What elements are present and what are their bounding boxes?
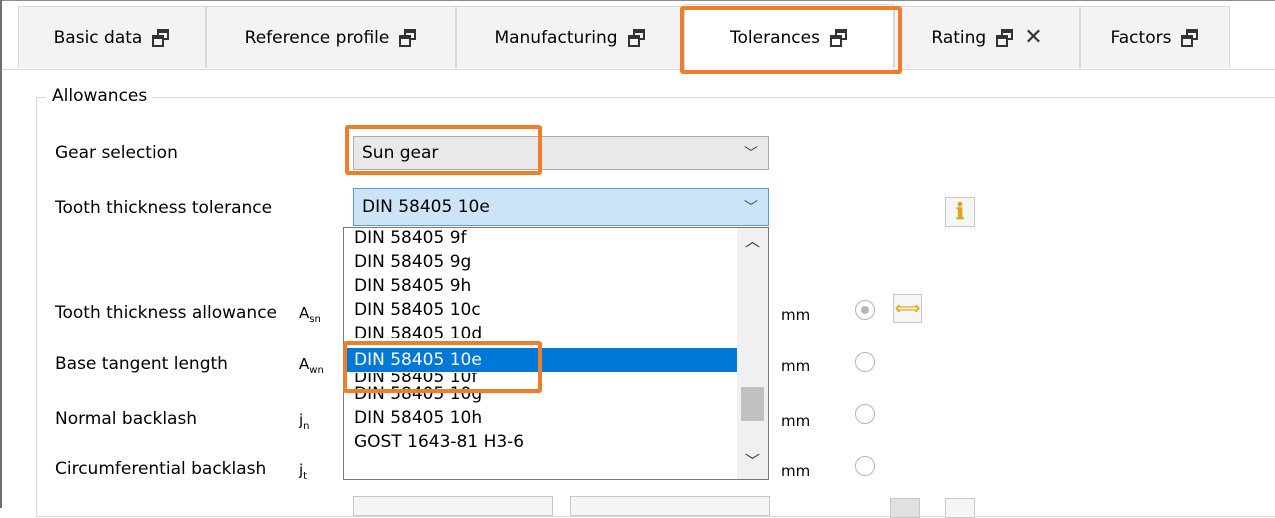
symbol: jn: [299, 411, 310, 432]
undock-window-icon[interactable]: [627, 28, 646, 47]
radio-tooth-thickness-allowance[interactable]: [855, 300, 875, 320]
window-left-border: [0, 0, 2, 508]
group-title: Allowances: [46, 86, 154, 106]
gear-selection-label: Gear selection: [55, 143, 178, 163]
tab-reference-profile[interactable]: Reference profile: [206, 6, 456, 68]
tab-tolerances[interactable]: Tolerances: [684, 4, 894, 70]
swap-icon: ⟺: [894, 298, 921, 319]
unit-label: mm: [781, 412, 811, 430]
symbol: Awn: [299, 355, 324, 376]
tab-label: Rating: [931, 27, 987, 48]
chevron-down-icon[interactable]: ﹀: [734, 197, 768, 217]
info-button[interactable]: i: [945, 197, 975, 227]
dropdown-option[interactable]: DIN 58405 10h: [354, 409, 482, 428]
dropdown-option[interactable]: GOST 1643-81 H3-6: [354, 433, 524, 452]
normal-backlash-label: Normal backlash: [55, 409, 198, 429]
symbol: Asn: [299, 304, 321, 325]
dropdown-option[interactable]: DIN 58405 9f: [354, 229, 467, 248]
circumferential-backlash-label: Circumferential backlash: [55, 459, 267, 479]
tab-label: Manufacturing: [494, 27, 618, 48]
undock-window-icon[interactable]: [996, 28, 1014, 47]
radio-circumferential-backlash[interactable]: [855, 456, 875, 476]
swap-button[interactable]: ⟺: [893, 294, 922, 323]
tab-manufacturing[interactable]: Manufacturing: [456, 6, 684, 68]
dropdown-scrollbar[interactable]: ︿ ﹀: [737, 228, 768, 479]
combo-value: Sun gear: [362, 143, 439, 163]
symbol-sub: n: [303, 421, 310, 432]
radio-base-tangent-length[interactable]: [855, 352, 875, 372]
tab-label: Basic data: [53, 27, 143, 48]
tab-label: Tolerances: [730, 27, 820, 48]
next-field-2[interactable]: [570, 496, 770, 516]
tab-factors[interactable]: Factors: [1080, 6, 1230, 68]
tooth-thickness-tolerance-combo[interactable]: DIN 58405 10e ﹀: [353, 188, 769, 226]
symbol-main: A: [299, 304, 310, 322]
radio-normal-backlash[interactable]: [855, 404, 875, 424]
undock-window-icon[interactable]: [1181, 28, 1199, 47]
base-tangent-length-label: Base tangent length: [55, 354, 228, 374]
tab-label: Reference profile: [244, 27, 390, 48]
tolerance-dropdown-list[interactable]: DIN 58405 9f DIN 58405 9g DIN 58405 9h D…: [343, 227, 769, 480]
info-icon: i: [955, 199, 965, 225]
symbol-main: A: [299, 355, 310, 373]
next-button-2[interactable]: [945, 498, 975, 518]
unit-label: mm: [781, 357, 811, 375]
dropdown-option[interactable]: DIN 58405 9g: [354, 253, 471, 272]
tab-rating[interactable]: Rating ✕: [894, 6, 1080, 68]
dropdown-option[interactable]: DIN 58405 10c: [354, 301, 481, 320]
undock-window-icon[interactable]: [399, 28, 417, 47]
symbol-sub: wn: [309, 365, 324, 376]
next-field-1[interactable]: [353, 496, 553, 516]
undock-window-icon[interactable]: [829, 28, 848, 47]
gear-selection-combo[interactable]: Sun gear ﹀: [353, 136, 769, 170]
tab-basic-data[interactable]: Basic data: [18, 6, 206, 68]
close-icon[interactable]: ✕: [1024, 26, 1042, 49]
tooth-thickness-allowance-label: Tooth thickness allowance: [55, 303, 278, 323]
scroll-thumb[interactable]: [741, 387, 764, 421]
dropdown-option[interactable]: DIN 58405 10d: [354, 325, 482, 338]
dropdown-option-selected[interactable]: DIN 58405 10e: [344, 348, 738, 372]
scroll-up-icon[interactable]: ︿: [737, 230, 768, 254]
symbol: jt: [299, 461, 307, 482]
combo-value: DIN 58405 10e: [362, 197, 490, 217]
dropdown-option[interactable]: DIN 58405 10g: [354, 385, 482, 404]
tab-underline: [0, 69, 1275, 70]
undock-window-icon[interactable]: [152, 28, 170, 47]
scroll-down-icon[interactable]: ﹀: [737, 450, 768, 474]
top-border: [0, 0, 1275, 1]
tooth-thickness-tolerance-label: Tooth thickness tolerance: [55, 198, 273, 218]
unit-label: mm: [781, 306, 811, 324]
tab-label: Factors: [1110, 27, 1172, 48]
symbol-sub: sn: [309, 314, 321, 325]
chevron-down-icon[interactable]: ﹀: [734, 143, 768, 163]
dropdown-option[interactable]: DIN 58405 9h: [354, 277, 471, 296]
next-button-1[interactable]: [890, 498, 920, 518]
unit-label: mm: [781, 462, 811, 480]
symbol-sub: t: [303, 471, 308, 482]
